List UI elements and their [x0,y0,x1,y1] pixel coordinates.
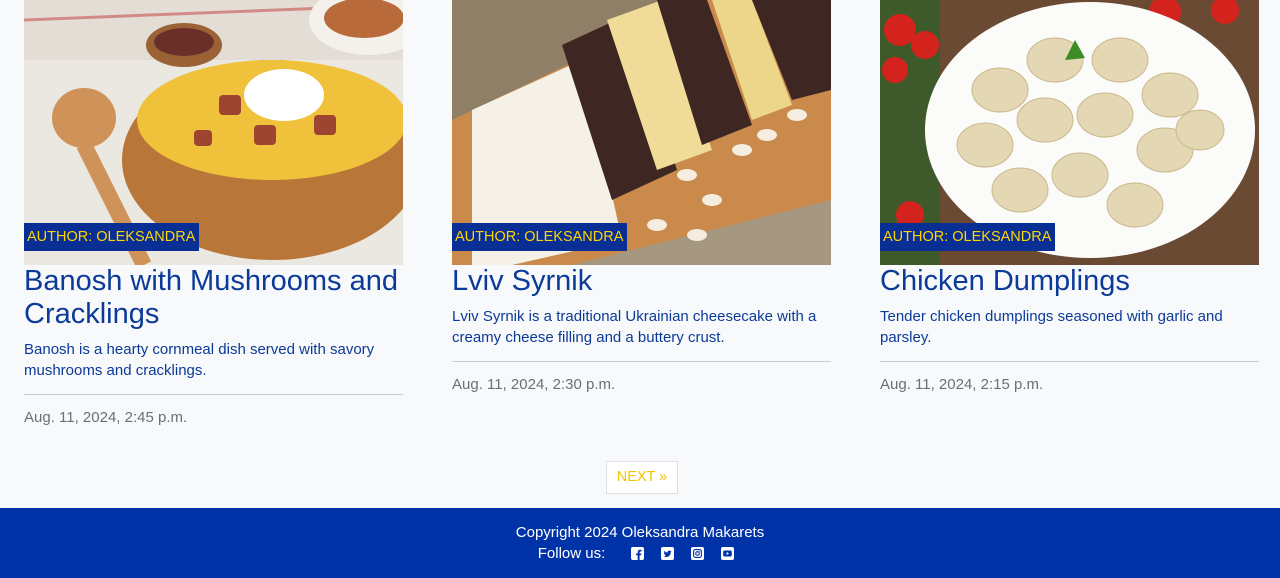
youtube-icon[interactable] [720,547,734,560]
banosh-image[interactable]: AUTHOR: OLEKSANDRA [24,0,403,265]
recipe-date: Aug. 11, 2024, 2:45 p.m. [24,409,188,426]
divider [880,361,1259,362]
syrnik-image[interactable]: AUTHOR: OLEKSANDRA [452,0,831,265]
divider [452,361,831,362]
recipe-title[interactable]: Lviv Syrnik [452,265,831,298]
recipe-title[interactable]: Chicken Dumplings [880,265,1259,298]
footer: Copyright 2024 Oleksandra Makarets Follo… [0,508,1280,578]
recipe-date: Aug. 11, 2024, 2:15 p.m. [880,376,1044,393]
recipe-card: AUTHOR: OLEKSANDRA Banosh with Mushrooms… [24,0,403,426]
facebook-icon[interactable] [630,547,644,560]
recipe-date: Aug. 11, 2024, 2:30 p.m. [452,376,616,393]
recipe-description: Tender chicken dumplings seasoned with g… [880,308,1223,346]
recipe-description: Lviv Syrnik is a traditional Ukrainian c… [452,308,817,346]
follow-label: Follow us: [537,545,606,562]
recipe-title[interactable]: Banosh with Mushrooms and Cracklings [24,265,403,331]
dumplings-image[interactable]: AUTHOR: OLEKSANDRA [880,0,1259,265]
next-page-button[interactable]: NEXT » [606,461,678,494]
author-badge[interactable]: AUTHOR: OLEKSANDRA [880,223,1056,251]
recipe-description: Banosh is a hearty cornmeal dish served … [24,341,375,379]
copyright-text: Copyright 2024 Oleksandra Makarets [515,524,765,541]
divider [24,394,403,395]
twitter-icon[interactable] [660,547,674,560]
author-badge[interactable]: AUTHOR: OLEKSANDRA [24,223,200,251]
instagram-icon[interactable] [690,547,704,560]
recipe-card: AUTHOR: OLEKSANDRA Lviv Syrnik Lviv Syrn… [452,0,831,393]
recipe-card: AUTHOR: OLEKSANDRA Chicken Dumplings Ten… [880,0,1259,393]
follow-us: Follow us: [0,545,1280,562]
author-badge[interactable]: AUTHOR: OLEKSANDRA [452,223,628,251]
